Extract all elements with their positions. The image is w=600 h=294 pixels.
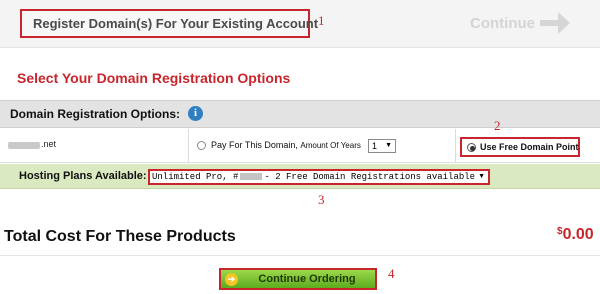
continue-button-disabled[interactable]: Continue — [470, 15, 535, 32]
hosting-plan-select[interactable]: Unlimited Pro, # - 2 Free Domain Registra… — [148, 169, 490, 185]
dropdown-arrow-icon: ▼ — [385, 142, 392, 149]
annotation-number-1: 1 — [318, 13, 325, 28]
years-value: 1 — [372, 141, 378, 151]
free-domain-label: Use Free Domain Point — [480, 142, 579, 152]
register-domains-button[interactable]: Register Domain(s) For Your Existing Acc… — [20, 9, 318, 38]
domain-extension: .net — [41, 139, 57, 149]
options-title: Domain Registration Options: — [10, 107, 181, 121]
hosting-plans-label: Hosting Plans Available: — [19, 170, 147, 182]
redacted-plan-id — [240, 173, 263, 181]
years-select[interactable]: 1 ▼ — [368, 139, 396, 153]
annotation-number-3: 3 — [318, 192, 325, 207]
total-cost-label: Total Cost For These Products — [4, 228, 236, 245]
amount-years-label: Amount Of Years — [300, 141, 361, 150]
column-divider — [188, 129, 189, 163]
arrow-right-icon — [540, 12, 570, 34]
column-divider — [455, 129, 456, 163]
annotation-number-2: 2 — [494, 118, 501, 133]
annotation-number-4: 4 — [388, 266, 395, 281]
pay-domain-label: Pay For This Domain, Amount Of Years — [211, 140, 361, 150]
section-heading: Select Your Domain Registration Options — [17, 70, 291, 86]
pay-domain-radio[interactable] — [197, 141, 206, 150]
free-domain-radio[interactable] — [467, 143, 476, 152]
total-amount: 0.00 — [562, 226, 594, 243]
plan-prefix: Unlimited Pro, # — [152, 172, 239, 182]
dropdown-arrow-icon: ▼ — [478, 173, 485, 180]
total-cost-value: $0.00 — [557, 226, 594, 244]
redacted-domain-name — [8, 142, 40, 149]
continue-ordering-label: Continue Ordering — [258, 273, 356, 285]
pay-label-text: Pay For This Domain, — [211, 140, 298, 150]
divider — [0, 255, 600, 256]
info-icon[interactable]: i — [188, 106, 203, 121]
plan-suffix: - 2 Free Domain Registrations available — [264, 172, 476, 182]
arrow-right-icon: ➔ — [225, 273, 238, 286]
